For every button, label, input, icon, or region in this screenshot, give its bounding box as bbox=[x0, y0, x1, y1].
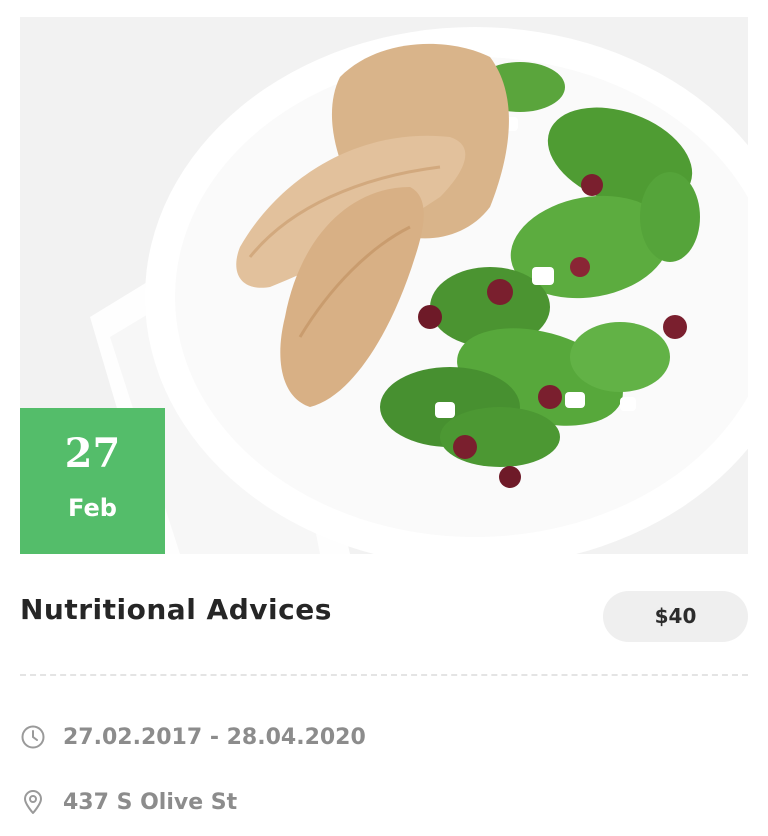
event-title[interactable]: Nutritional Advices bbox=[20, 590, 332, 630]
date-badge-month: Feb bbox=[68, 494, 117, 522]
price-badge: $40 bbox=[603, 591, 748, 642]
date-badge-day: 27 bbox=[64, 430, 121, 477]
location-text: 437 S Olive St bbox=[63, 789, 238, 815]
event-location: 437 S Olive St bbox=[20, 785, 237, 819]
date-range-text: 27.02.2017 - 28.04.2020 bbox=[63, 724, 366, 750]
divider bbox=[20, 674, 748, 676]
event-card[interactable]: 27 Feb Nutritional Advices $40 27.02.201… bbox=[0, 0, 768, 836]
map-pin-icon bbox=[20, 789, 46, 815]
event-date-range: 27.02.2017 - 28.04.2020 bbox=[20, 720, 366, 754]
clock-icon bbox=[20, 724, 46, 750]
date-badge: 27 Feb bbox=[20, 408, 165, 554]
